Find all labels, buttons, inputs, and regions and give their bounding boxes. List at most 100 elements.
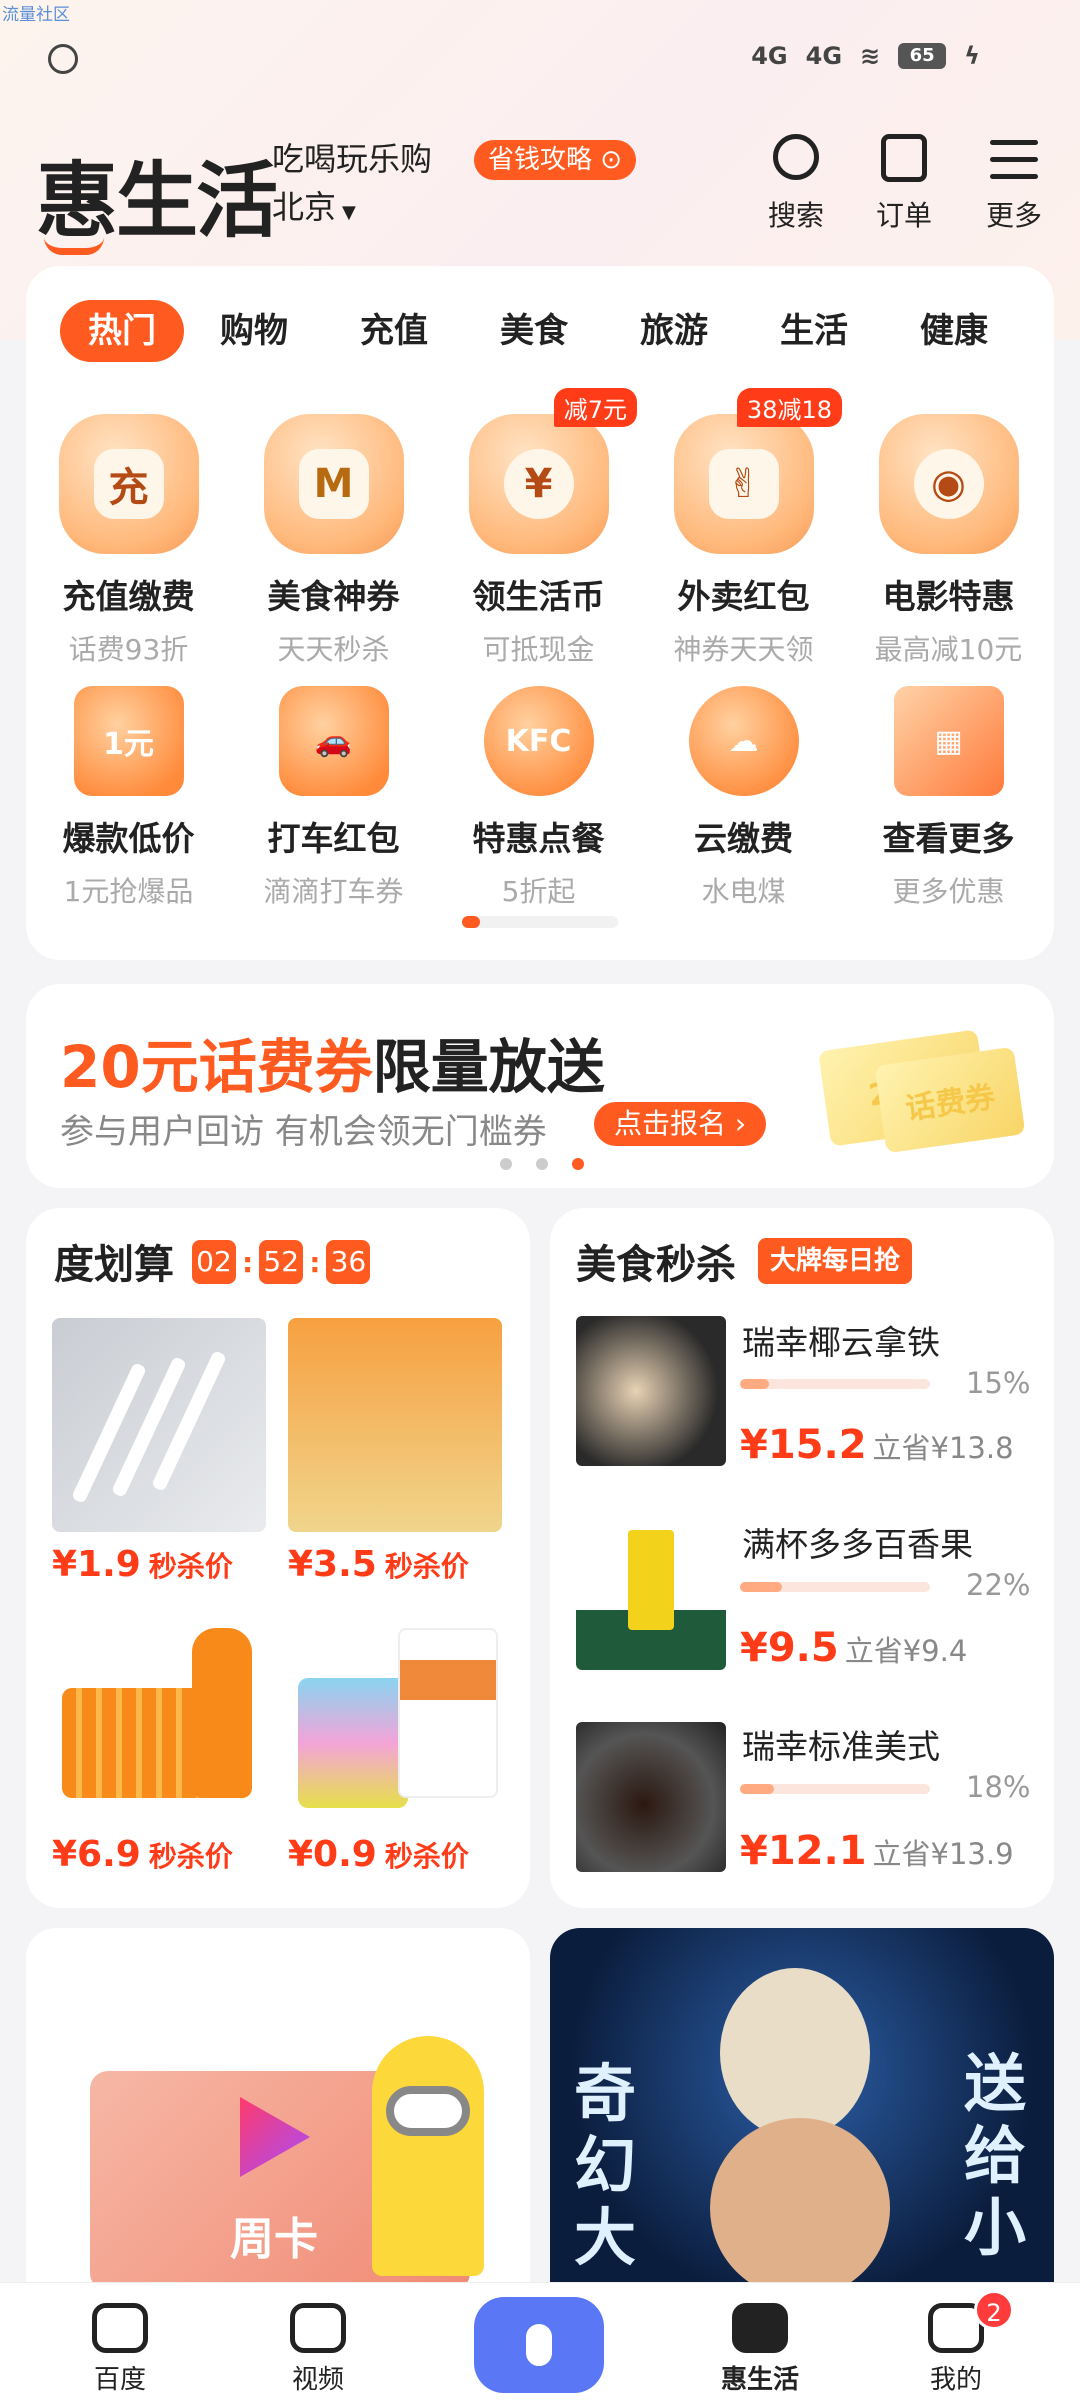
service-hot-deals[interactable]: 1元 爆款低价 1元抢爆品 [26, 676, 231, 910]
money-saving-guide-button[interactable]: 省钱攻略 ⊙ [474, 140, 637, 180]
mcdonalds-icon: M [263, 414, 404, 554]
service-subtitle: 神券天天领 [673, 633, 814, 666]
food-price: ¥9.5 立省¥9.4 [740, 1625, 968, 1671]
voice-search-button[interactable] [474, 2297, 604, 2393]
car-icon: 🚗 [278, 686, 389, 796]
battery-icon: 65 [898, 43, 947, 69]
movie-text-left: 奇幻大 [573, 2057, 636, 2274]
banner-subtitle: 参与用户回访 有机会领无门槛券 [60, 1112, 547, 1152]
food-price: ¥12.1 立省¥13.9 [740, 1828, 1014, 1874]
service-movie[interactable]: ◉ 电影特惠 最高减10元 [846, 414, 1051, 668]
food-price: ¥15.2 立省¥13.8 [740, 1422, 1014, 1468]
nav-video[interactable]: 视频 [258, 2303, 378, 2396]
tissue-product-image[interactable] [288, 1318, 502, 1532]
status-bar: 4G 4G ≋ 65 ϟ [0, 38, 1080, 88]
service-title: 外卖红包 [677, 577, 810, 616]
service-recharge[interactable]: 充 充值缴费 话费93折 [26, 414, 231, 668]
service-subtitle: 天天秒杀 [277, 633, 390, 666]
flash-price-2: ¥3.5 秒杀价 [288, 1544, 469, 1585]
recharge-icon: 充 [58, 414, 199, 554]
sold-progress-bar [740, 1379, 930, 1389]
tab-travel[interactable]: 旅游 [604, 300, 744, 362]
discount-tag: 减7元 [553, 388, 637, 427]
banner-page-indicator [500, 1158, 584, 1170]
minion-illustration [372, 2036, 484, 2276]
wifi-icon: ≋ [860, 42, 881, 70]
sold-percent: 22% [966, 1568, 1031, 1602]
signal-icon-1: 4G [751, 42, 788, 70]
more-button[interactable]: 更多 [974, 134, 1054, 234]
header: 惠生活 吃喝玩乐购 北京 ▼ 省钱攻略 ⊙ 搜索 订单 更多 [0, 130, 1080, 255]
calendar-check-icon [881, 134, 927, 182]
bottom-navigation: 百度 视频 惠生活 我的 [0, 2282, 1080, 2408]
services-row-1: 充 充值缴费 话费93折 M 美食神券 天天秒杀 减7元 ¥ 领生活币 可抵现金… [26, 388, 1054, 668]
passion-fruit-drink-image[interactable] [576, 1520, 726, 1670]
discount-tag: 38减18 [736, 388, 842, 427]
flash-price-4: ¥0.9 秒杀价 [288, 1834, 469, 1875]
service-subtitle: 更多优惠 [892, 875, 1005, 908]
tab-recharge[interactable]: 充值 [324, 300, 464, 362]
food-sale-badge: 大牌每日抢 [758, 1238, 913, 1284]
service-title: 爆款低价 [62, 819, 195, 858]
service-food-coupon[interactable]: M 美食神券 天天秒杀 [231, 414, 436, 668]
huishenghuo-icon [732, 2303, 788, 2353]
signup-button[interactable]: 点击报名 › [594, 1102, 767, 1146]
service-kfc[interactable]: KFC 特惠点餐 5折起 [436, 676, 641, 910]
sold-percent: 15% [966, 1366, 1031, 1400]
service-view-more[interactable]: ▦ 查看更多 更多优惠 [846, 676, 1051, 910]
week-card-promo[interactable]: 周卡 [26, 1928, 530, 2288]
week-card-label: 周卡 [230, 2214, 318, 2265]
caret-down-icon: ▼ [342, 202, 356, 223]
americano-image[interactable] [576, 1722, 726, 1872]
tab-life[interactable]: 生活 [744, 300, 884, 362]
movie-promo[interactable]: 奇幻大 送给小 [550, 1928, 1054, 2288]
nav-baidu[interactable]: 百度 [60, 2303, 180, 2396]
teddy-bear-illustration [720, 1968, 870, 2138]
food-name: 瑞幸椰云拿铁 [742, 1323, 940, 1362]
countdown-timer: 02: 52: 36 [192, 1240, 371, 1284]
service-title: 查看更多 [882, 819, 1015, 858]
app-logo: 惠生活 [36, 134, 278, 255]
tab-shopping[interactable]: 购物 [184, 300, 324, 362]
pen-product-image[interactable] [52, 1318, 266, 1532]
one-yuan-icon: 1元 [73, 686, 184, 796]
actor-face-illustration [710, 2118, 890, 2288]
sold-progress-bar [740, 1582, 930, 1592]
service-subtitle: 最高减10元 [874, 633, 1023, 666]
service-subtitle: 滴滴打车券 [263, 875, 404, 908]
service-subtitle: 1元抢爆品 [63, 875, 194, 908]
search-button[interactable]: 搜索 [756, 134, 836, 234]
flash-sale-title: 度划算 [54, 1242, 174, 1288]
grid-icon: ▦ [893, 686, 1004, 796]
garbage-bag-product-image[interactable] [288, 1608, 502, 1822]
service-taxi[interactable]: 🚗 打车红包 滴滴打车券 [231, 676, 436, 910]
sold-percent: 18% [966, 1770, 1031, 1804]
tab-health[interactable]: 健康 [884, 300, 1024, 362]
tab-hot[interactable]: 热门 [60, 300, 184, 362]
orders-button[interactable]: 订单 [864, 134, 944, 234]
video-play-icon [290, 2303, 346, 2353]
nav-huishenghuo[interactable]: 惠生活 [700, 2303, 820, 2396]
app-status-icon [48, 44, 78, 74]
menu-icon [990, 134, 1038, 179]
city-selector[interactable]: 北京 ▼ [272, 182, 356, 228]
service-utilities[interactable]: ☁ 云缴费 水电煤 [641, 676, 846, 910]
food-sale-title: 美食秒杀 [576, 1242, 736, 1288]
slogan: 吃喝玩乐购 [272, 140, 433, 178]
tab-food[interactable]: 美食 [464, 300, 604, 362]
service-title: 充值缴费 [62, 577, 195, 616]
flash-price-3: ¥6.9 秒杀价 [52, 1834, 233, 1875]
service-title: 打车红包 [267, 819, 400, 858]
flash-price-1: ¥1.9 秒杀价 [52, 1544, 233, 1585]
notification-badge: 2 [974, 2290, 1014, 2330]
service-takeout-redpacket[interactable]: 38减18 ✌ 外卖红包 神券天天领 [641, 388, 846, 668]
category-tabs: 热门 购物 充值 美食 旅游 生活 健康 [60, 300, 1024, 362]
service-life-coin[interactable]: 减7元 ¥ 领生活币 可抵现金 [436, 388, 641, 668]
baidu-icon [92, 2303, 148, 2353]
service-title: 云缴费 [694, 819, 793, 858]
service-title: 特惠点餐 [472, 819, 605, 858]
soda-product-image[interactable] [52, 1608, 266, 1822]
service-title: 领生活币 [472, 577, 605, 616]
coconut-latte-image[interactable] [576, 1316, 726, 1466]
food-name: 满杯多多百香果 [742, 1525, 973, 1564]
